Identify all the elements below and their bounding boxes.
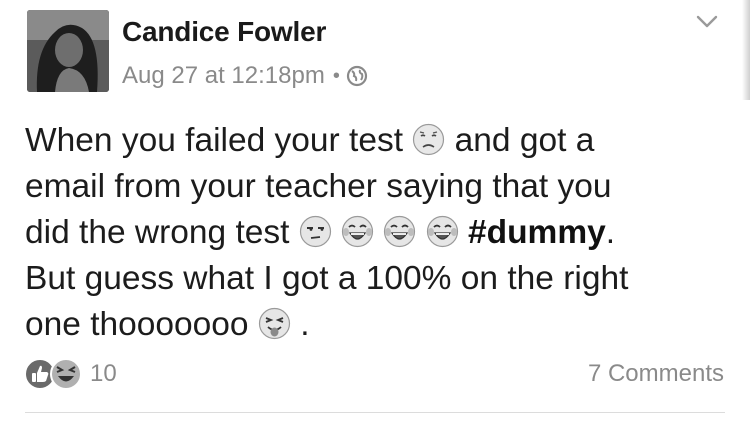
globe-icon [346,65,368,87]
avatar[interactable] [27,10,109,92]
post-meta: Aug 27 at 12:18pm • [122,62,368,90]
post-text-line: one thooooooo . [25,306,310,343]
divider [25,412,725,413]
post-timestamp[interactable]: Aug 27 at 12:18pm [122,62,325,90]
tears-of-joy-emoji [383,215,416,248]
post-text-line: did the wrong test #dummy. [25,214,616,251]
post-text: When you failed your test and got a emai… [25,118,725,348]
facebook-post: Candice Fowler Aug 27 at 12:18pm • When … [0,0,750,421]
post-text-line: When you failed your test and got a [25,122,595,159]
reactions-summary[interactable]: 10 [24,358,117,390]
reaction-count: 10 [90,360,117,387]
post-text-line: email from your teacher saying that you [25,168,612,205]
unamused-face-emoji [299,215,332,248]
haha-reaction-icon [50,358,82,390]
comments-count-link[interactable]: 7 Comments [588,360,724,388]
author-name[interactable]: Candice Fowler [122,16,326,48]
hashtag-link[interactable]: #dummy [468,214,606,251]
scrollbar-edge [742,0,750,100]
winking-tongue-face-emoji [258,307,291,340]
tears-of-joy-emoji [426,215,459,248]
post-text-line: But guess what I got a 100% on the right [25,260,629,297]
tears-of-joy-emoji [341,215,374,248]
sad-face-emoji [412,123,445,156]
meta-separator: • [332,64,340,87]
chevron-down-icon[interactable] [694,10,720,32]
